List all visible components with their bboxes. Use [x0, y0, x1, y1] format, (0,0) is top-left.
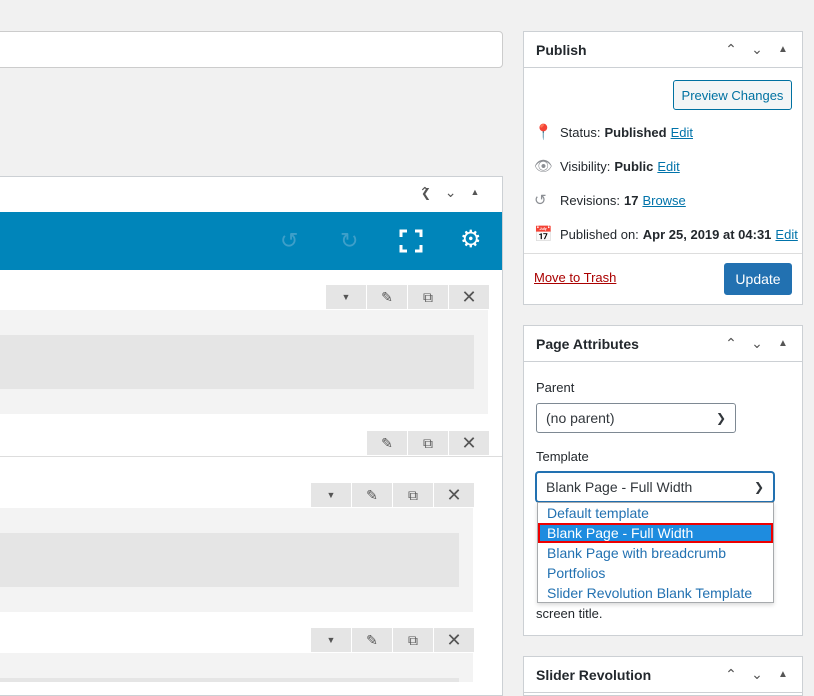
slider-revolution-controls: ⌃ ⌄ ▲ — [718, 666, 796, 683]
duplicate-icon[interactable]: ⧉ — [393, 483, 433, 507]
slider-revolution-header: Slider Revolution ⌃ ⌄ ▲ — [524, 657, 802, 693]
row-controls: ✎ ⧉ ✕ — [367, 431, 489, 455]
history-icon: ↺ — [534, 192, 547, 209]
chevron-down-icon[interactable]: ▼ — [311, 628, 351, 652]
chevron-down-icon[interactable]: ⌄ — [744, 41, 770, 58]
triangle-up-icon[interactable]: ▲ — [770, 338, 796, 349]
pencil-icon[interactable]: ✎ — [367, 431, 407, 455]
template-option[interactable]: Blank Page with breadcrumb — [538, 543, 773, 563]
chevron-down-icon[interactable]: ▼ — [311, 483, 351, 507]
template-option[interactable]: Portfolios — [538, 563, 773, 583]
page-attributes-header: Page Attributes ⌃ ⌄ ▲ — [524, 326, 802, 362]
page-attributes-title: Page Attributes — [536, 335, 639, 352]
chevron-down-icon: ❯ — [753, 480, 764, 494]
builder-module[interactable] — [0, 533, 459, 587]
fullscreen-icon[interactable] — [399, 229, 423, 257]
chevron-up-icon[interactable]: ⌃ — [718, 666, 744, 683]
row-controls: ▼ ✎ ⧉ ✕ — [311, 628, 474, 652]
builder-module[interactable] — [0, 678, 459, 682]
builder-postbox-controls: ⌃ ⌄ ▲ — [419, 184, 479, 201]
edit-status-link[interactable]: Edit — [671, 125, 693, 140]
slider-revolution-title: Slider Revolution — [536, 666, 652, 683]
eye-icon: 👁 — [534, 158, 554, 175]
triangle-up-icon[interactable]: ▲ — [770, 669, 796, 680]
template-option-selected[interactable]: Blank Page - Full Width — [538, 523, 773, 543]
builder-row[interactable] — [0, 310, 488, 414]
builder-module[interactable] — [0, 335, 474, 389]
published-on-row: 📅 Published on: Apr 25, 2019 at 04:31 Ed… — [534, 226, 798, 243]
duplicate-icon[interactable]: ⧉ — [408, 285, 448, 309]
template-dropdown: Default template Blank Page - Full Width… — [537, 502, 774, 603]
page-attributes-controls: ⌃ ⌄ ▲ — [718, 335, 796, 352]
template-help-text: screen title. — [536, 606, 603, 621]
builder-row[interactable] — [0, 508, 473, 612]
template-select[interactable]: Blank Page - Full Width ❯ — [536, 472, 774, 502]
duplicate-icon[interactable]: ⧉ — [408, 431, 448, 455]
edit-visibility-link[interactable]: Edit — [657, 159, 679, 174]
pencil-icon[interactable]: ✎ — [352, 628, 392, 652]
triangle-up-icon[interactable]: ▲ — [770, 44, 796, 55]
visibility-row: 👁 Visibility: Public Edit — [534, 158, 680, 175]
row-controls: ▼ ✎ ⧉ ✕ — [311, 483, 474, 507]
title-input[interactable] — [0, 31, 503, 68]
undo-icon[interactable]: ↺ — [280, 230, 298, 252]
divider — [0, 456, 502, 457]
template-option[interactable]: Default template — [538, 503, 773, 523]
gear-icon[interactable]: ⚙ — [460, 228, 482, 252]
chevron-down-icon: ❯ — [715, 411, 726, 425]
publish-controls: ⌃ ⌄ ▲ — [718, 41, 796, 58]
update-button[interactable]: Update — [724, 263, 792, 295]
chevron-down-icon[interactable]: ⌄ — [744, 666, 770, 683]
triangle-up-icon[interactable]: ▲ — [470, 187, 479, 201]
slider-revolution-box: Slider Revolution ⌃ ⌄ ▲ — [523, 656, 803, 696]
status-row: 📍 Status: Published Edit — [534, 124, 693, 141]
pencil-icon[interactable]: ✎ — [352, 483, 392, 507]
builder-row[interactable] — [0, 653, 473, 682]
calendar-icon: 📅 — [534, 226, 553, 243]
redo-icon[interactable]: ↻ — [340, 230, 358, 252]
builder-toolbar: ↺ ↻ ⚙ — [0, 212, 502, 270]
pin-icon: 📍 — [534, 124, 553, 141]
pencil-icon[interactable]: ✎ — [367, 285, 407, 309]
publish-title: Publish — [536, 41, 587, 58]
chevron-down-icon[interactable]: ▼ — [326, 285, 366, 309]
close-icon[interactable]: ✕ — [434, 628, 474, 652]
close-icon[interactable]: ✕ — [449, 285, 489, 309]
parent-select[interactable]: (no parent) ❯ — [536, 403, 736, 433]
chevron-up-icon[interactable]: ⌃ — [718, 335, 744, 352]
parent-label: Parent — [536, 380, 575, 395]
chevron-down-icon[interactable]: ⌄ — [744, 335, 770, 352]
template-label: Template — [536, 449, 589, 464]
publish-header: Publish ⌃ ⌄ ▲ — [524, 32, 802, 68]
preview-changes-button[interactable]: Preview Changes — [673, 80, 792, 110]
browse-revisions-link[interactable]: Browse — [642, 193, 685, 208]
close-icon[interactable]: ✕ — [434, 483, 474, 507]
close-icon[interactable]: ✕ — [449, 431, 489, 455]
revisions-row: ↺ Revisions: 17 Browse — [534, 192, 686, 209]
chevron-up-icon[interactable]: ⌃ — [419, 184, 431, 201]
move-to-trash-link[interactable]: Move to Trash — [534, 270, 616, 285]
publish-box: Publish ⌃ ⌄ ▲ Preview Changes 📍 Status: … — [523, 31, 803, 305]
chevron-down-icon[interactable]: ⌄ — [445, 184, 457, 201]
edit-date-link[interactable]: Edit — [775, 227, 797, 242]
divider — [524, 253, 802, 254]
chevron-up-icon[interactable]: ⌃ — [718, 41, 744, 58]
duplicate-icon[interactable]: ⧉ — [393, 628, 433, 652]
template-option[interactable]: Slider Revolution Blank Template — [538, 583, 773, 603]
row-controls: ▼ ✎ ⧉ ✕ — [326, 285, 489, 309]
